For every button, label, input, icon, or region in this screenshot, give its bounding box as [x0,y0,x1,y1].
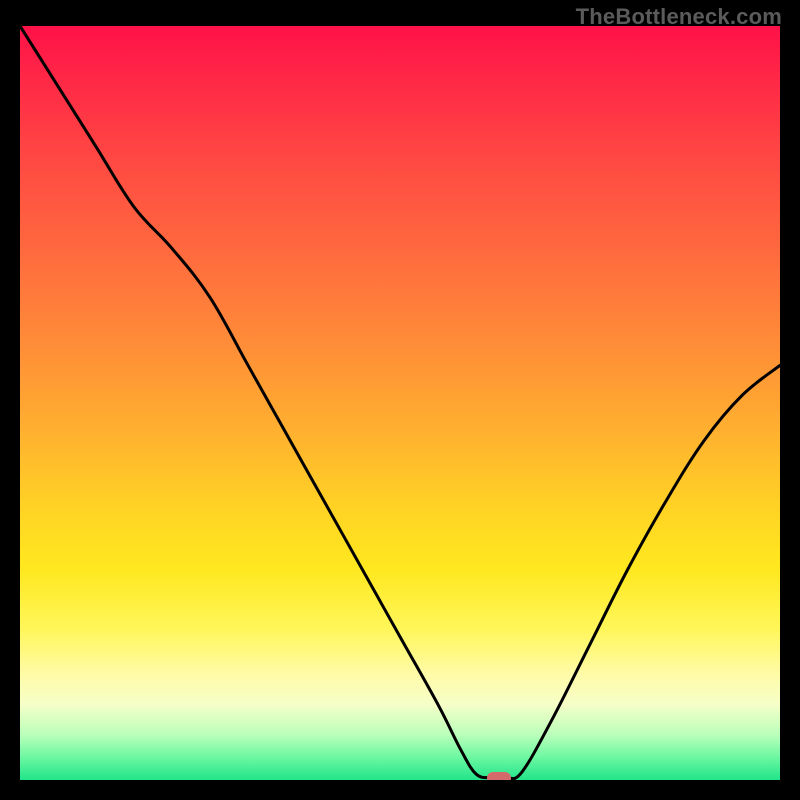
bottleneck-curve [20,26,780,780]
optimal-point-marker [487,772,511,780]
plot-area [20,26,780,780]
watermark-text: TheBottleneck.com [576,4,782,30]
chart-frame: TheBottleneck.com [0,0,800,800]
